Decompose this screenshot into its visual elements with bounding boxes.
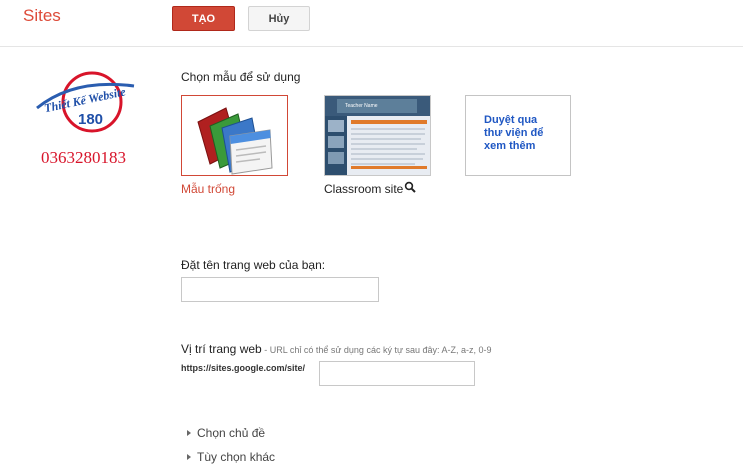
template-blank[interactable]	[181, 95, 288, 176]
template-blank-label[interactable]: Mẫu trống	[181, 182, 235, 196]
blank-template-icon	[197, 107, 273, 175]
preview-magnifier-icon[interactable]	[404, 181, 416, 193]
logo-number: 180	[78, 111, 103, 128]
top-bar	[0, 0, 743, 47]
site-path-input[interactable]	[319, 361, 475, 386]
template-classroom[interactable]: Teacher Name	[324, 95, 431, 176]
template-classroom-label[interactable]: Classroom site	[324, 182, 403, 196]
site-name-input[interactable]	[181, 277, 379, 302]
site-location-hint: - URL chỉ có thể sử dụng các ký tự sau đ…	[261, 345, 492, 355]
brand-logo: Thiết Kế Website 180	[36, 71, 135, 133]
template-browse-gallery[interactable]: Duyệt qua thư viện để xem thêm	[465, 95, 571, 176]
more-options-label: Tùy chọn khác	[197, 450, 276, 464]
theme-expander[interactable]: Chọn chủ đề	[187, 426, 265, 440]
more-options-expander[interactable]: Tùy chọn khác	[187, 450, 275, 464]
expand-arrow-icon	[187, 454, 191, 460]
site-location-label: Vị trí trang web - URL chỉ có thể sử dụn…	[181, 342, 492, 356]
site-location-title: Vị trí trang web	[181, 342, 262, 356]
phone-number: 0363280183	[41, 148, 126, 167]
theme-expander-label: Chọn chủ đề	[197, 426, 266, 440]
url-prefix: https://sites.google.com/site/	[181, 363, 306, 373]
template-heading: Chọn mẫu để sử dụng	[181, 70, 301, 84]
classroom-thumbnail: Teacher Name	[325, 96, 430, 175]
browse-gallery-link[interactable]: Duyệt qua thư viện để xem thêm	[484, 114, 554, 153]
cancel-button[interactable]: Hủy	[248, 6, 310, 31]
expand-arrow-icon	[187, 430, 191, 436]
classroom-thumb-title: Teacher Name	[345, 103, 378, 109]
app-title: Sites	[23, 6, 61, 25]
site-name-label: Đặt tên trang web của bạn:	[181, 258, 326, 272]
create-button[interactable]: TẠO	[172, 6, 235, 31]
